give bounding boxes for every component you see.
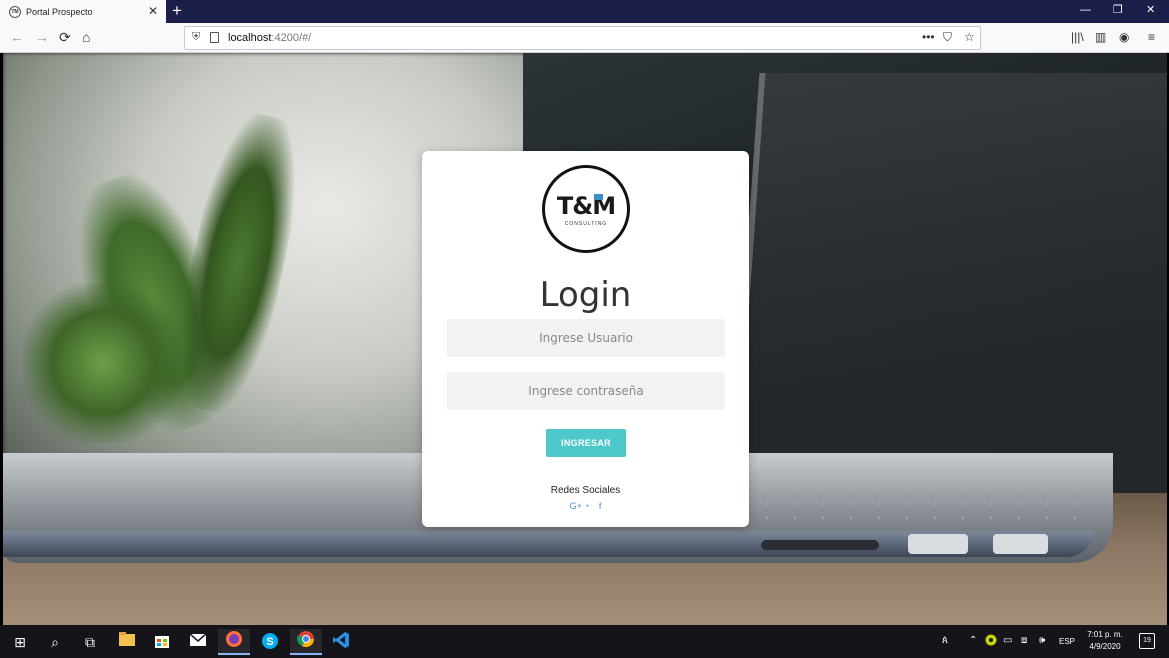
volume-icon[interactable]: 🕪 [1039,634,1045,648]
favicon-icon: TM [9,5,21,18]
logo-text: T&M [556,192,616,220]
tray-app-icon[interactable] [985,634,997,651]
url-host: localhost [228,32,272,44]
skype-icon[interactable]: S [259,631,281,653]
tab-close-icon[interactable]: ✕ [148,4,158,18]
facebook-icon[interactable]: f [599,501,602,511]
chrome-icon[interactable] [290,629,322,655]
network-icon[interactable]: ⧈ [1021,634,1027,648]
new-tab-button[interactable]: + [172,1,182,21]
url-path: :4200/#/ [271,32,312,44]
tracking-shield-icon[interactable]: ⛨ [192,31,200,44]
clock[interactable]: 7:01 p. m. 4/9/2020 [1082,629,1128,653]
login-button[interactable]: INGRESAR [546,429,626,457]
start-icon[interactable]: ⊞ [9,631,31,653]
background-plant [23,283,183,443]
clock-time: 7:01 p. m. [1087,630,1123,639]
back-icon[interactable]: ← [10,29,24,45]
background-keyboard [753,483,1083,523]
mail-icon[interactable] [187,631,209,653]
sidebar-icon[interactable]: ▥ [1095,29,1106,45]
login-card: T&M CONSULTING Login INGRESAR Redes Soci… [422,151,749,527]
page-actions-icon[interactable]: ••• [922,30,935,44]
tab-portal-prospecto[interactable]: TM Portal Prospecto ✕ [0,0,166,23]
url-bar[interactable]: ⛨ localhost:4200/#/ ••• ⛉ ☆ [184,26,981,50]
notification-count: 19 [1143,637,1151,644]
page-info-icon[interactable] [210,32,219,43]
background-port [908,534,968,554]
social-label: Redes Sociales [550,485,621,496]
search-icon[interactable]: ⌕ [44,631,66,653]
page-title: Login [539,275,632,315]
battery-icon[interactable]: ▭ [1003,634,1012,648]
people-icon[interactable]: ጰ [942,634,948,648]
svg-text:S: S [266,636,273,648]
github-icon[interactable]: ◔ [584,501,589,511]
vscode-icon[interactable] [330,631,352,653]
google-plus-icon[interactable]: G+ [570,501,582,511]
browser-tab-strip: TM Portal Prospecto ✕ + — ❐ ✕ [0,0,1169,23]
social-links: G+ ◔ f [422,501,749,511]
restore-icon[interactable]: ❐ [1113,3,1123,17]
url-text[interactable]: localhost:4200/#/ [228,32,311,44]
file-explorer-icon[interactable] [116,631,138,653]
clock-date: 4/9/2020 [1089,642,1121,651]
language-indicator[interactable]: ESP [1059,635,1075,649]
menu-icon[interactable]: ≡ [1148,29,1155,45]
chevron-up-icon[interactable]: ⌃ [969,634,977,648]
close-window-icon[interactable]: ✕ [1146,3,1155,17]
background-port [761,540,879,550]
task-view-icon[interactable]: ⧉ [79,631,101,653]
notification-center-icon[interactable]: 19 [1139,633,1155,649]
windows-taskbar: ⊞ ⌕ ⧉ S ጰ ⌃ ▭ ⧈ 🕪 ESP 7:01 p. m. 4/9/202… [0,625,1169,658]
pocket-icon[interactable]: ⛉ [943,30,952,45]
background-port [993,534,1048,554]
library-icon[interactable]: |||\ [1071,29,1084,45]
minimize-icon[interactable]: — [1080,3,1091,17]
password-input[interactable] [447,372,725,410]
home-icon[interactable]: ⌂ [82,29,90,45]
company-logo: T&M CONSULTING [542,165,630,253]
firefox-icon[interactable] [218,629,250,655]
forward-icon[interactable]: → [35,29,49,45]
bookmark-star-icon[interactable]: ☆ [964,30,975,44]
username-input[interactable] [447,319,725,357]
account-icon[interactable]: ◉ [1119,29,1129,45]
logo-accent [594,194,603,200]
reload-icon[interactable]: ⟳ [59,29,71,45]
browser-toolbar: ← → ⟳ ⌂ ⛨ localhost:4200/#/ ••• ⛉ ☆ |||\… [0,23,1169,53]
tab-title: Portal Prospecto [26,6,93,17]
logo-subtext: CONSULTING [564,221,608,227]
store-icon[interactable] [151,631,173,653]
